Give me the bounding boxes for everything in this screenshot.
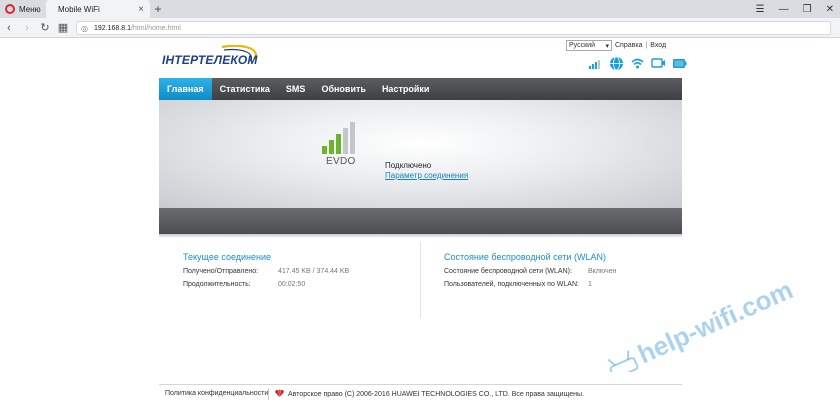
current-connection-title: Текущее соединение [183,252,272,262]
tab-title: Mobile WiFi [58,4,100,14]
nav-settings[interactable]: Настройки [374,78,437,100]
address-bar: ‹ › ↻ ▦ ◎ 192.168.8.1/html/home.html [0,18,840,38]
close-tab-icon[interactable]: × [138,4,144,15]
network-type: EVDO [326,156,356,167]
language-value: Русский [569,42,595,49]
opera-menu-button[interactable]: Меню [0,0,44,18]
main-navigation: Главная Статистика SMS Обновить Настройк… [159,78,682,100]
url-field[interactable]: ◎ 192.168.8.1/html/home.html [76,21,831,35]
footer-separator [268,388,269,400]
restore-icon[interactable]: ❐ [803,4,812,15]
connection-status: Подключено [385,161,432,170]
nav-home[interactable]: Главная [159,78,212,100]
signal-strength-icon[interactable] [588,56,603,71]
signal-bar [343,128,348,154]
reload-icon[interactable]: ↻ [36,21,54,34]
close-window-icon[interactable]: ✕ [826,4,834,15]
duration-value: 00:02:50 [278,281,306,288]
wlan-users-label: Пользователей, подключенных по WLAN: [444,281,579,288]
privacy-policy-link[interactable]: Политика конфиденциальности [165,390,268,397]
signal-bar [322,146,327,154]
received-sent-value: 417.45 KB / 374.44 KB [278,268,350,275]
connection-params-link[interactable]: Параметр соединения [385,171,468,180]
browser-tab[interactable]: Mobile WiFi × [46,0,150,18]
minimize-icon[interactable]: — [779,4,789,15]
logo-text: ІНТЕРТЕЛЕКОМ [162,53,258,67]
link-separator: | [645,42,648,49]
huawei-logo-icon [275,389,284,397]
battery-icon[interactable] [672,56,687,71]
sms-icon[interactable] [651,56,666,71]
wlan-status-label: Состояние беспроводной сети (WLAN): [444,268,572,275]
site-info-icon[interactable]: ◎ [81,24,88,33]
back-icon[interactable]: ‹ [0,22,18,34]
connection-panel-footer [159,208,682,234]
wlan-title: Состояние беспроводной сети (WLAN) [444,252,606,262]
chevron-down-icon: ▾ [605,42,609,50]
menu-label: Меню [19,4,41,14]
watermark-text: help-wifi.com [633,274,797,369]
copyright-text: Авторское право (C) 2006-2016 HUAWEI TEC… [288,391,584,398]
help-wifi-watermark: help-wifi.com [607,274,797,372]
received-sent-label: Получено/Отправлено: [183,268,259,275]
signal-bars [322,122,368,154]
signal-bar [350,122,355,154]
url-host: 192.168.8.1 [93,24,131,32]
login-link[interactable]: Вход [650,42,666,49]
nav-update[interactable]: Обновить [313,78,374,100]
section-divider [420,242,421,318]
help-link[interactable]: Справка [615,42,642,49]
forward-icon[interactable]: › [18,22,36,34]
top-links: Русский ▾ Справка | Вход [566,40,666,51]
footer-divider [159,384,682,385]
signal-bar [336,134,341,154]
speed-dial-icon[interactable]: ▦ [54,21,72,34]
easy-setup-icon[interactable]: ☰ [756,4,765,15]
panel-shadow [159,234,682,238]
wifi-icon[interactable] [630,56,645,71]
connection-panel [159,100,682,208]
intertelecom-logo: ІНТЕРТЕЛЕКОМ [162,45,258,73]
globe-icon[interactable] [609,56,624,71]
signal-bar [329,140,334,154]
nav-sms[interactable]: SMS [278,78,314,100]
window-controls: ☰ — ❐ ✕ [756,0,834,18]
browser-tab-bar: Меню Mobile WiFi × + ☰ — ❐ ✕ [0,0,840,18]
language-select[interactable]: Русский ▾ [566,40,612,51]
nav-statistics[interactable]: Статистика [212,78,278,100]
duration-label: Продолжительность: [183,281,251,288]
url-path: /html/home.html [130,24,181,32]
status-icons [588,56,687,71]
new-tab-button[interactable]: + [150,0,166,18]
opera-logo-icon [5,4,15,14]
